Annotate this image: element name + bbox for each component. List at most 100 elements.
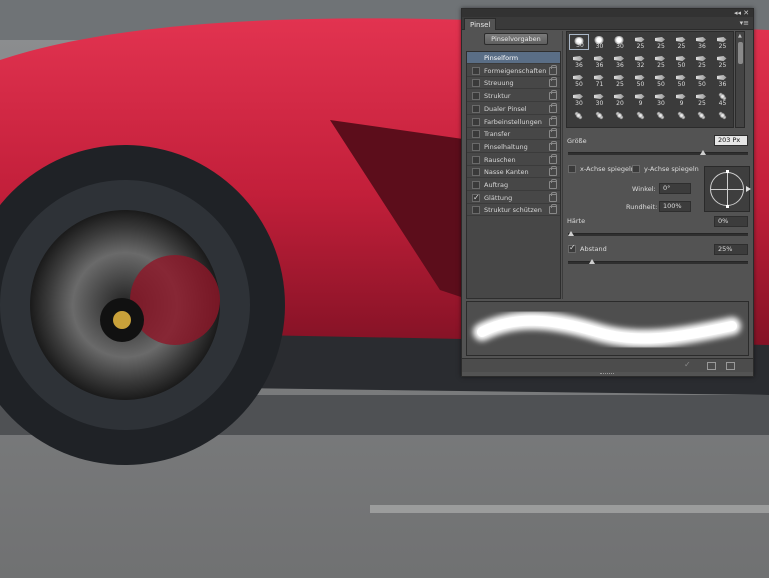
brush-preset-cell[interactable]: 30: [569, 91, 589, 107]
brush-preset-cell[interactable]: 25: [692, 53, 712, 69]
settings-item-checkbox[interactable]: [472, 130, 480, 139]
brush-preset-cell[interactable]: 50: [569, 72, 589, 88]
brush-preset-cell[interactable]: [672, 110, 692, 126]
settings-item[interactable]: Streuung: [467, 77, 560, 90]
lock-icon[interactable]: [549, 77, 557, 88]
lock-icon[interactable]: [549, 204, 557, 215]
collapse-close-controls[interactable]: ◂◂ ✕: [734, 9, 749, 17]
brush-preset-cell[interactable]: [610, 110, 630, 126]
hardness-slider-thumb[interactable]: [568, 231, 574, 236]
settings-item-checkbox[interactable]: [472, 104, 480, 113]
brush-grid-scrollbar[interactable]: ▲: [735, 31, 745, 128]
brush-preset-cell[interactable]: 50: [692, 72, 712, 88]
brush-preset-cell[interactable]: [569, 110, 589, 126]
brush-preview-toggle-icon[interactable]: ✓: [684, 360, 691, 369]
brush-preset-cell[interactable]: 25: [651, 53, 671, 69]
size-slider-thumb[interactable]: [700, 150, 707, 155]
grid-view-icon[interactable]: [707, 362, 716, 370]
lock-icon[interactable]: [549, 128, 557, 139]
hardness-slider[interactable]: [568, 231, 748, 236]
angle-field[interactable]: 0°: [659, 183, 691, 194]
lock-icon[interactable]: [549, 102, 557, 113]
scroll-thumb[interactable]: [738, 42, 743, 64]
new-preset-icon[interactable]: [726, 362, 735, 370]
settings-item-checkbox[interactable]: [472, 79, 480, 88]
settings-item[interactable]: Struktur schützen: [467, 204, 560, 217]
lock-icon[interactable]: [549, 90, 557, 101]
brush-preset-cell[interactable]: 36: [713, 72, 733, 88]
settings-item-checkbox[interactable]: [472, 142, 480, 151]
lock-icon[interactable]: [549, 179, 557, 189]
brush-preset-cell[interactable]: [713, 110, 733, 126]
angle-arrow-icon[interactable]: [746, 186, 751, 192]
brush-presets-button[interactable]: Pinselvorgaben: [484, 33, 548, 45]
brush-preset-cell[interactable]: 36: [569, 53, 589, 69]
brush-preset-cell[interactable]: [590, 110, 610, 126]
panel-resize-grip[interactable]: [600, 373, 614, 375]
spacing-field[interactable]: 25%: [714, 244, 748, 255]
scroll-up-icon[interactable]: ▲: [738, 33, 742, 39]
settings-item-checkbox[interactable]: [472, 206, 480, 215]
settings-item[interactable]: Struktur: [467, 90, 560, 103]
brush-preset-cell[interactable]: 9: [672, 91, 692, 107]
size-field[interactable]: 203 Px: [714, 135, 748, 146]
settings-item[interactable]: Pinselhaltung: [467, 140, 560, 153]
brush-preset-cell[interactable]: 30: [590, 91, 610, 107]
settings-item-checkbox[interactable]: ✓: [472, 193, 480, 202]
brush-preset-cell[interactable]: 71: [590, 72, 610, 88]
brush-preset-cell[interactable]: 32: [631, 53, 651, 69]
settings-item-checkbox[interactable]: [472, 66, 480, 75]
brush-preset-cell[interactable]: 36: [692, 34, 712, 50]
brush-preset-cell[interactable]: 25: [692, 91, 712, 107]
lock-icon[interactable]: [549, 191, 557, 202]
brush-preset-cell[interactable]: 50: [631, 72, 651, 88]
lock-icon[interactable]: [549, 115, 557, 126]
brush-preset-cell[interactable]: 30: [569, 34, 589, 50]
brush-preset-cell[interactable]: 50: [651, 72, 671, 88]
size-slider[interactable]: [568, 150, 748, 155]
spacing-slider[interactable]: [568, 259, 748, 264]
brush-preset-cell[interactable]: 50: [672, 72, 692, 88]
brush-preset-cell[interactable]: 25: [713, 34, 733, 50]
brush-preset-cell[interactable]: 50: [672, 53, 692, 69]
panel-title-strip[interactable]: ◂◂ ✕: [462, 9, 753, 17]
hardness-field[interactable]: 0%: [714, 216, 748, 227]
settings-item[interactable]: Transfer: [467, 128, 560, 141]
lock-icon[interactable]: [549, 64, 557, 75]
lock-icon[interactable]: [549, 153, 557, 164]
panel-menu-icon[interactable]: ▾≡: [740, 19, 749, 27]
settings-item[interactable]: Farbeinstellungen: [467, 115, 560, 128]
brush-preset-cell[interactable]: 36: [610, 53, 630, 69]
settings-item[interactable]: Dualer Pinsel: [467, 102, 560, 115]
roundness-handle-bottom[interactable]: [726, 205, 729, 208]
brush-preset-cell[interactable]: 25: [672, 34, 692, 50]
spacing-checkbox[interactable]: ✓: [568, 243, 576, 253]
brush-preset-cell[interactable]: 25: [651, 34, 671, 50]
flip-x-checkbox[interactable]: [568, 165, 576, 173]
brush-preset-cell[interactable]: 25: [610, 72, 630, 88]
flip-y-checkbox[interactable]: [632, 165, 640, 173]
settings-item[interactable]: Pinselform: [467, 52, 560, 64]
tab-pinsel[interactable]: Pinsel: [464, 18, 497, 30]
settings-item-checkbox[interactable]: [472, 181, 480, 189]
lock-icon[interactable]: [549, 166, 557, 177]
brush-preset-cell[interactable]: 36: [590, 53, 610, 69]
brush-preset-cell[interactable]: 20: [610, 91, 630, 107]
settings-item-checkbox[interactable]: [472, 92, 480, 101]
roundness-handle-top[interactable]: [726, 170, 729, 173]
brush-preset-cell[interactable]: 25: [631, 34, 651, 50]
brush-preset-cell[interactable]: 9: [631, 91, 651, 107]
brush-tip-grid[interactable]: 30 30 30 25 25 25 36 25 36 36 36 32 25 50 25 25 50 71 25 50…: [566, 31, 734, 128]
roundness-field[interactable]: 100%: [659, 201, 691, 212]
settings-item[interactable]: ✓ Glättung: [467, 191, 560, 204]
brush-preset-cell[interactable]: 30: [590, 34, 610, 50]
brush-preset-cell[interactable]: [631, 110, 651, 126]
settings-item[interactable]: Formeigenschaften: [467, 64, 560, 77]
settings-item[interactable]: Nasse Kanten: [467, 166, 560, 179]
brush-preset-cell[interactable]: 25: [713, 53, 733, 69]
settings-item-checkbox[interactable]: [472, 117, 480, 126]
angle-roundness-widget[interactable]: [704, 166, 751, 212]
settings-item[interactable]: Rauschen: [467, 153, 560, 166]
brush-preset-cell[interactable]: [651, 110, 671, 126]
settings-item-checkbox[interactable]: [472, 168, 480, 177]
